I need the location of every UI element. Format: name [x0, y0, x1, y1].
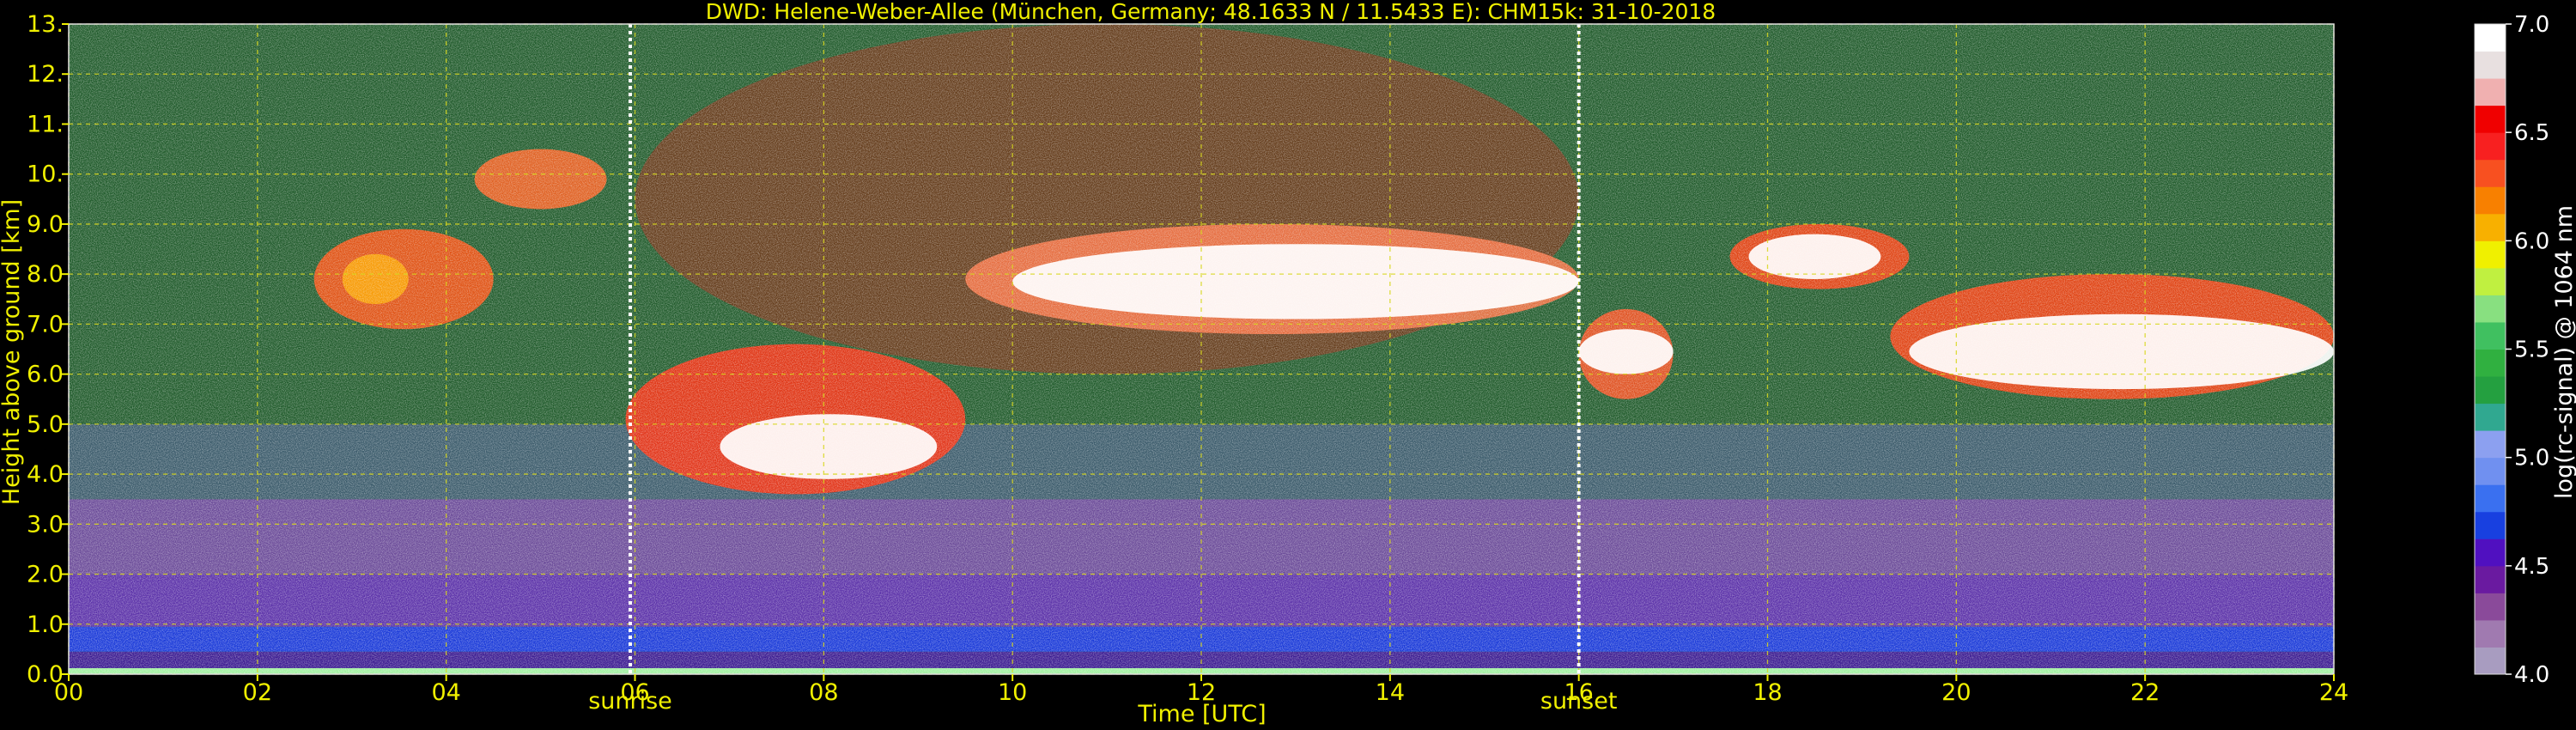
x-tick-label: 16 [1564, 679, 1593, 706]
y-tick-label: 0.0 [27, 661, 64, 688]
colorbar-segment [2475, 51, 2506, 79]
colorbar-tick-label: 5.0 [2514, 446, 2549, 471]
colorbar-segment [2475, 430, 2506, 459]
x-tick-label: 18 [1753, 679, 1782, 706]
x-tick-label: 22 [2130, 679, 2160, 706]
x-tick-label: 20 [1941, 679, 1971, 706]
colorbar-tick-label: 7.0 [2514, 12, 2549, 38]
colorbar-segment [2475, 105, 2506, 133]
colorbar-segment [2475, 538, 2506, 567]
x-axis-label: Time [UTC] [1137, 701, 1266, 727]
colorbar-segment [2475, 457, 2506, 485]
y-tick-label: 8.0 [27, 261, 64, 288]
colorbar-segment [2475, 132, 2506, 161]
x-tick-label: 10 [998, 679, 1027, 706]
y-tick-label: 13. [27, 11, 64, 38]
y-tick-label: 5.0 [27, 411, 64, 438]
y-axis-label: Height above ground [km] [0, 199, 25, 505]
y-tick-label: 12. [27, 61, 64, 88]
colorbar-tick-label: 4.5 [2514, 554, 2549, 580]
colorbar-segment [2475, 240, 2506, 269]
x-tick-label: 06 [620, 679, 649, 706]
colorbar-segment [2475, 159, 2506, 187]
y-tick-label: 4.0 [27, 461, 64, 488]
colorbar-segment [2475, 267, 2506, 295]
colorbar: 4.0 4.5 5.0 5.5 6.0 6.5 7.0 [2474, 12, 2549, 688]
colorbar-segment [2475, 321, 2506, 350]
x-tick-label: 08 [809, 679, 838, 706]
y-tick-label: 7.0 [27, 311, 64, 338]
colorbar-tick-label: 5.5 [2514, 338, 2549, 363]
colorbar-segment [2475, 511, 2506, 539]
colorbar-segment [2475, 186, 2506, 215]
y-tick-label: 10. [27, 161, 64, 188]
colorbar-segment [2475, 593, 2506, 621]
x-tick-label: 14 [1376, 679, 1405, 706]
y-tick-label: 2.0 [27, 562, 64, 588]
colorbar-label: log(rc-signal) @ 1064 nm [2551, 205, 2576, 499]
y-tick-label: 11. [27, 111, 64, 137]
colorbar-tick-label: 4.0 [2514, 662, 2549, 688]
ceilometer-chart: sunrise sunset 00 02 04 06 08 10 12 14 16 18 20 22 24… [0, 0, 2576, 727]
x-tick-label: 02 [243, 679, 272, 706]
colorbar-segment [2475, 376, 2506, 405]
colorbar-segment [2475, 24, 2506, 52]
colorbar-tick-label: 6.0 [2514, 228, 2549, 254]
x-tick-label: 24 [2319, 679, 2348, 706]
colorbar-tick-label: 6.5 [2514, 120, 2549, 146]
y-tick-label: 9.0 [27, 211, 64, 238]
ceilometer-figure: sunrise sunset 00 02 04 06 08 10 12 14 16 18 20 22 24… [0, 0, 2576, 730]
x-tick-label: 04 [431, 679, 460, 706]
colorbar-segment [2475, 295, 2506, 323]
colorbar-segment [2475, 349, 2506, 377]
chart-title: DWD: Helene-Weber-Allee (München, German… [706, 0, 1716, 24]
y-tick-label: 3.0 [27, 511, 64, 538]
colorbar-segment [2475, 565, 2506, 593]
colorbar-segment [2475, 213, 2506, 241]
y-tick-label: 1.0 [27, 611, 64, 638]
colorbar-segment [2475, 403, 2506, 431]
colorbar-segment [2475, 647, 2506, 675]
y-tick-label: 6.0 [27, 362, 64, 388]
colorbar-segment [2475, 78, 2506, 106]
colorbar-segment [2475, 484, 2506, 513]
colorbar-segment [2475, 619, 2506, 648]
